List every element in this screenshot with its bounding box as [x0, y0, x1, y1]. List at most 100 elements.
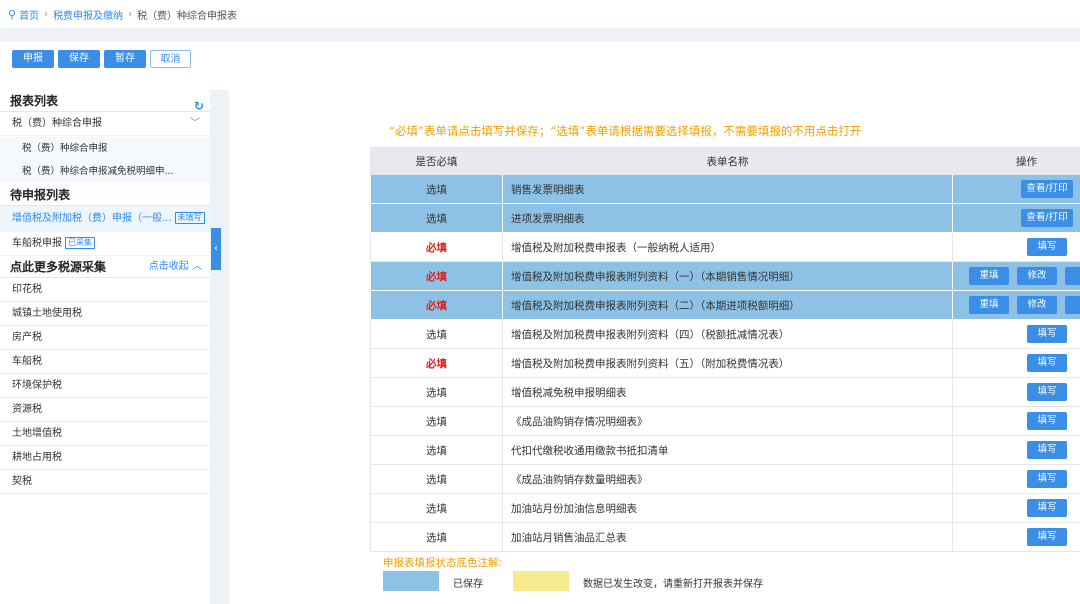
form-name-cell: 增值税及附加税费申报表（一般纳税人适用）: [502, 232, 953, 262]
breadcrumb-tax-filing[interactable]: 税费申报及缴纳: [53, 7, 123, 22]
actions-cell: 重填修改查: [952, 290, 1080, 320]
view-print-button[interactable]: 查看/打印: [1021, 180, 1073, 198]
table-header-row: 是否必填 表单名称 操作: [370, 147, 1080, 175]
legend-label-saved: 已保存: [453, 579, 483, 590]
source-item[interactable]: 契税: [0, 470, 210, 494]
actions-cell: 填写: [952, 232, 1080, 262]
form-name-cell: 增值税及附加税费申报表附列资料（四）（税额抵减情况表）: [502, 319, 953, 349]
refill-button[interactable]: 重填: [969, 267, 1009, 285]
form-name-cell: 《成品油购销存情况明细表》: [502, 406, 953, 436]
required-cell: 选填: [370, 203, 503, 233]
pending-item-vehicle-tax[interactable]: 车船税申报 已采集: [0, 232, 210, 256]
pending-item-vat[interactable]: 增值税及附加税（费）申报（一般... 未填写: [0, 206, 210, 232]
source-item[interactable]: 资源税: [0, 398, 210, 422]
source-item[interactable]: 车船税: [0, 350, 210, 374]
actions-cell: 查看/打印: [952, 174, 1080, 204]
actions-cell: 查看/打印: [952, 203, 1080, 233]
required-cell: 选填: [370, 377, 503, 407]
sidebar-toggle-handle[interactable]: ‹: [211, 228, 221, 270]
sidebar-group-comprehensive[interactable]: 税（费）种综合申报 ﹀: [0, 112, 210, 136]
legend-swatch-changed: [513, 571, 569, 591]
fill-button[interactable]: 填写: [1027, 354, 1067, 372]
table-row: 选填 《成品油购销存数量明细表》 填写: [370, 464, 1080, 494]
breadcrumb-separator: ›: [44, 8, 49, 20]
source-item[interactable]: 耕地占用税: [0, 446, 210, 470]
legend-title: 申报表填报状态底色注解:: [383, 557, 503, 569]
form-name-cell: 代扣代缴税收通用缴款书抵扣清单: [502, 435, 953, 465]
fill-button[interactable]: 填写: [1027, 441, 1067, 459]
breadcrumb-home[interactable]: 首页: [19, 7, 39, 22]
form-name-cell: 增值税及附加税费申报表附列资料（五）（附加税费情况表）: [502, 348, 953, 378]
fill-button[interactable]: 填写: [1027, 499, 1067, 517]
chevron-up-icon: ︿: [192, 261, 202, 272]
breadcrumb-separator: ›: [128, 8, 133, 20]
pending-list-header: 待申报列表: [0, 184, 210, 206]
status-badge: 已采集: [65, 237, 95, 249]
table-row: 必填 增值税及附加税费申报表附列资料（五）（附加税费情况表） 填写: [370, 348, 1080, 378]
source-item[interactable]: 城镇土地使用税: [0, 302, 210, 326]
table-row: 必填增值税及附加税费申报表附列资料（二）（本期进项税额明细）重填修改查: [370, 290, 1080, 320]
column-header-form-name: 表单名称: [502, 147, 953, 175]
required-cell: 选填: [370, 174, 503, 204]
sidebar: 报表列表 ↻ 税（费）种综合申报 ﹀ 税（费）种综合申报 税（费）种综合申报减免…: [0, 90, 210, 604]
more-sources-title[interactable]: 点此更多税源采集: [10, 260, 106, 274]
chevron-down-icon: ﹀: [190, 118, 200, 129]
collapse-link[interactable]: 点击收起 ︿: [149, 256, 202, 278]
view-button[interactable]: 查: [1065, 267, 1080, 285]
required-cell: 选填: [370, 435, 503, 465]
source-item[interactable]: 印花税: [0, 278, 210, 302]
required-cell: 必填: [370, 261, 503, 291]
edit-button[interactable]: 修改: [1017, 267, 1057, 285]
form-name-cell: 增值税及附加税费申报表附列资料（二）（本期进项税额明细）: [502, 290, 953, 320]
column-header-required: 是否必填: [370, 147, 503, 175]
forms-table: 是否必填 表单名称 操作 选填 销售发票明细表 查看/打印 选填 进项发票明细表 查看/打…: [370, 147, 1080, 552]
cancel-button[interactable]: 取消: [150, 50, 191, 68]
required-cell: 选填: [370, 319, 503, 349]
map-pin-icon: ⚲: [8, 7, 17, 21]
save-button[interactable]: 保存: [58, 50, 100, 68]
source-item[interactable]: 房产税: [0, 326, 210, 350]
temp-save-button[interactable]: 暂存: [104, 50, 146, 68]
fill-button[interactable]: 填写: [1027, 383, 1067, 401]
form-name-cell: 加油站月份加油信息明细表: [502, 493, 953, 523]
table-row: 选填 进项发票明细表 查看/打印: [370, 203, 1080, 233]
edit-button[interactable]: 修改: [1017, 296, 1057, 314]
form-name-cell: 进项发票明细表: [502, 203, 953, 233]
required-cell: 必填: [370, 232, 503, 262]
required-cell: 选填: [370, 522, 503, 552]
actions-cell: 填写: [952, 493, 1080, 523]
more-sources-header: 点此更多税源采集 点击收起 ︿: [0, 256, 210, 278]
legend-swatch-saved: [383, 571, 439, 591]
actions-cell: 填写: [952, 464, 1080, 494]
status-badge: 未填写: [174, 212, 205, 224]
fill-notice: “必填”表单请点击填写并保存；“选填”表单请根据需要选择填报，不需要填报的不用点…: [389, 124, 862, 138]
table-row: 选填 增值税及附加税费申报表附列资料（四）（税额抵减情况表） 填写: [370, 319, 1080, 349]
sidebar-item-exemption-detail[interactable]: 税（费）种综合申报减免税明细申...: [0, 160, 210, 183]
form-name-cell: 增值税及附加税费申报表附列资料（一）（本期销售情况明细）: [502, 261, 953, 291]
fill-button[interactable]: 填写: [1027, 412, 1067, 430]
chevron-left-icon: ‹: [214, 243, 218, 254]
view-print-button[interactable]: 查看/打印: [1021, 209, 1073, 227]
toolbar: 申报 保存 暂存 取消: [0, 42, 1080, 90]
fill-button[interactable]: 填写: [1027, 325, 1067, 343]
pending-item-label: 车船税申报: [12, 238, 62, 249]
fill-button[interactable]: 填写: [1027, 238, 1067, 256]
submit-button[interactable]: 申报: [12, 50, 54, 68]
table-row: 选填 《成品油购销存情况明细表》 填写: [370, 406, 1080, 436]
fill-button[interactable]: 填写: [1027, 528, 1067, 546]
source-item[interactable]: 土地增值税: [0, 422, 210, 446]
view-button[interactable]: 查: [1065, 296, 1080, 314]
table-row: 必填增值税及附加税费申报表附列资料（一）（本期销售情况明细） 重填修改查: [370, 261, 1080, 291]
actions-cell: 填写: [952, 522, 1080, 552]
source-item[interactable]: 环境保护税: [0, 374, 210, 398]
required-cell: 选填: [370, 406, 503, 436]
fill-button[interactable]: 填写: [1027, 470, 1067, 488]
required-cell: 选填: [370, 493, 503, 523]
required-cell: 必填: [370, 348, 503, 378]
form-name-cell: 增值税减免税申报明细表: [502, 377, 953, 407]
pending-item-label: 增值税及附加税（费）申报（一般...: [12, 213, 172, 224]
refill-button[interactable]: 重填: [969, 296, 1009, 314]
sidebar-item-comprehensive-report[interactable]: 税（费）种综合申报: [0, 137, 210, 160]
table-row: 选填 增值税减免税申报明细表 填写: [370, 377, 1080, 407]
actions-cell: 填写: [952, 377, 1080, 407]
